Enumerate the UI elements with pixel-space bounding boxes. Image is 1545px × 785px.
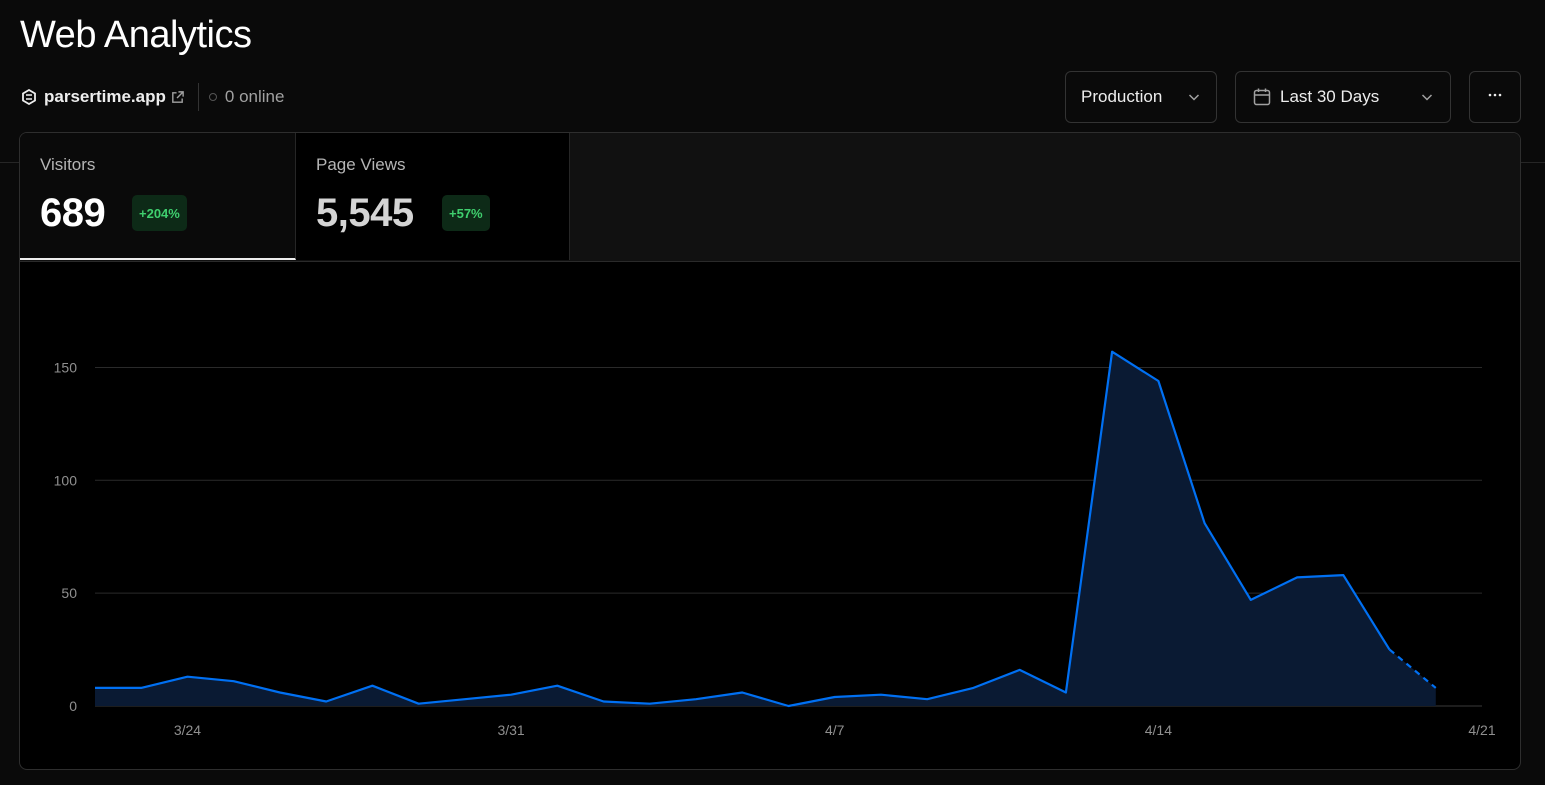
more-horizontal-icon xyxy=(1487,87,1503,108)
x-tick-label: 4/14 xyxy=(1145,722,1172,738)
data-point xyxy=(831,693,839,701)
data-point xyxy=(1247,596,1255,604)
data-point xyxy=(1154,377,1162,385)
data-point xyxy=(368,682,376,690)
online-count: 0 online xyxy=(224,87,285,106)
metric-value: 5,545 xyxy=(316,191,414,235)
analytics-card: Visitors 689 +204% Page Views 5,545 +57%… xyxy=(19,132,1521,770)
project-logo-icon xyxy=(20,88,38,106)
data-point xyxy=(1201,519,1209,527)
data-point xyxy=(1432,684,1440,692)
tab-label: Page Views xyxy=(316,155,406,174)
data-point xyxy=(969,684,977,692)
external-link-icon[interactable] xyxy=(170,89,186,105)
data-point xyxy=(1293,573,1301,581)
delta-badge: +204% xyxy=(132,195,187,231)
metric-value: 689 xyxy=(40,191,106,235)
project-link[interactable]: parsertime.app xyxy=(44,87,166,107)
data-point xyxy=(1386,646,1394,654)
data-point xyxy=(1108,348,1116,356)
data-point xyxy=(276,688,284,696)
data-point xyxy=(877,691,885,699)
y-tick-label: 0 xyxy=(69,698,77,714)
data-point xyxy=(553,682,561,690)
y-tick-label: 150 xyxy=(54,359,78,375)
more-options-button[interactable] xyxy=(1469,71,1521,123)
project-row: parsertime.app 0 online xyxy=(20,83,285,111)
tab-label: Visitors xyxy=(40,155,96,174)
data-point xyxy=(322,697,330,705)
data-point xyxy=(183,673,191,681)
tab-page-views[interactable]: Page Views 5,545 +57% xyxy=(296,133,570,260)
series-area xyxy=(95,351,1436,706)
environment-label: Production xyxy=(1081,87,1163,106)
page-title: Web Analytics xyxy=(20,14,252,56)
visitors-chart: 0 50 100 150 3/24 3/31 4/7 4/14 4/21 xyxy=(54,348,1496,738)
data-point xyxy=(230,677,238,685)
divider xyxy=(197,83,199,111)
data-point xyxy=(137,684,145,692)
data-point xyxy=(923,695,931,703)
metric-tabs: Visitors 689 +204% Page Views 5,545 +57% xyxy=(20,133,1520,262)
data-point xyxy=(646,700,654,708)
data-point xyxy=(600,697,608,705)
data-point xyxy=(415,700,423,708)
x-tick-label: 3/24 xyxy=(174,722,201,738)
x-tick-label: 4/7 xyxy=(825,722,845,738)
chevron-down-icon xyxy=(1187,90,1201,104)
data-point xyxy=(91,684,99,692)
chevron-down-icon xyxy=(1420,90,1434,104)
environment-dropdown[interactable]: Production xyxy=(1065,71,1217,123)
data-point xyxy=(507,691,515,699)
data-point xyxy=(1016,666,1024,674)
data-point xyxy=(692,695,700,703)
calendar-icon xyxy=(1252,87,1272,107)
x-tick-label: 3/31 xyxy=(497,722,524,738)
data-point xyxy=(1339,571,1347,579)
date-range-dropdown[interactable]: Last 30 Days xyxy=(1235,71,1451,123)
date-range-label: Last 30 Days xyxy=(1280,87,1380,106)
x-tick-label: 4/21 xyxy=(1468,722,1495,738)
data-point xyxy=(785,702,793,710)
online-status-dot xyxy=(208,93,217,101)
data-point xyxy=(738,688,746,696)
data-point xyxy=(1062,688,1070,696)
y-tick-label: 100 xyxy=(54,472,78,488)
delta-badge: +57% xyxy=(442,195,490,231)
data-point xyxy=(461,695,469,703)
tab-visitors[interactable]: Visitors 689 +204% xyxy=(20,133,296,260)
y-tick-label: 50 xyxy=(61,585,77,601)
